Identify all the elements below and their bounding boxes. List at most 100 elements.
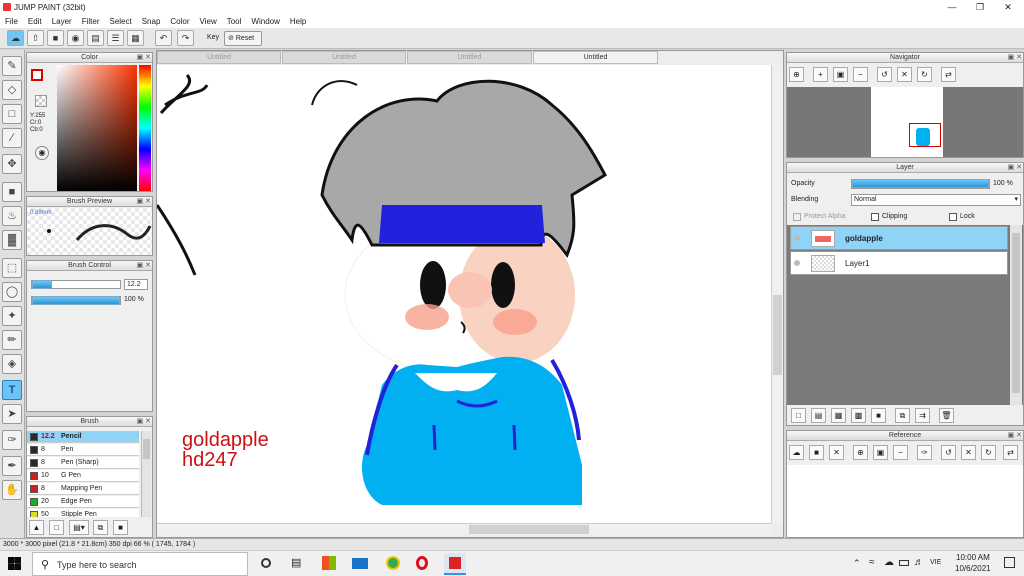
folder-icon[interactable]: ■ xyxy=(113,520,128,535)
fit-icon[interactable]: ▣ xyxy=(873,445,888,460)
chat-icon[interactable]: ◉ xyxy=(67,30,84,46)
pen-tool-icon[interactable]: ✒ xyxy=(2,456,22,476)
menu-view[interactable]: View xyxy=(195,17,222,26)
timeline-icon[interactable]: ▤ xyxy=(291,556,301,569)
zoom-icon[interactable]: ⊕ xyxy=(853,445,868,460)
reset-rotate-icon[interactable]: ✕ xyxy=(961,445,976,460)
jumppaint-app-icon[interactable] xyxy=(444,553,466,575)
magic-wand-tool-icon[interactable]: ✦ xyxy=(2,306,22,326)
tab-untitled-1[interactable]: Untitled xyxy=(157,51,281,64)
lasso-tool-icon[interactable]: ◯ xyxy=(2,282,22,302)
scroll-thumb[interactable] xyxy=(469,525,589,534)
task-view-icon[interactable] xyxy=(261,558,271,568)
rotate-left-icon[interactable]: ↺ xyxy=(877,67,892,82)
brush-item[interactable]: 8 Mapping Pen xyxy=(27,483,139,495)
windows-start-icon[interactable] xyxy=(8,557,21,570)
scroll-thumb[interactable] xyxy=(1012,233,1020,393)
volume-icon[interactable]: ♬ xyxy=(914,557,924,568)
protect-alpha-checkbox[interactable] xyxy=(793,213,801,221)
menu-color[interactable]: Color xyxy=(165,17,194,26)
foreground-color-swatch[interactable] xyxy=(31,69,43,81)
taskbar-search-box[interactable]: ⚲ Type here to search xyxy=(32,552,248,576)
comment-icon[interactable]: ■ xyxy=(47,30,64,46)
delete-layer-icon[interactable]: 🗑 xyxy=(939,408,954,423)
eyedropper-icon[interactable]: ✑ xyxy=(917,445,932,460)
menu-select[interactable]: Select xyxy=(104,17,136,26)
reset-button[interactable]: ⊘ Reset xyxy=(224,31,262,46)
minimize-icon[interactable]: — xyxy=(938,0,966,15)
scroll-thumb[interactable] xyxy=(143,439,150,459)
grid-icon[interactable]: ▦ xyxy=(127,30,144,46)
redo-icon[interactable]: ↷ xyxy=(177,30,194,46)
saturation-value-picker[interactable] xyxy=(57,65,137,191)
tray-chevron-icon[interactable]: ⌃ xyxy=(853,558,861,569)
brush-size-value[interactable]: 12.2 xyxy=(124,279,148,290)
layer-visibility-icon[interactable] xyxy=(794,235,800,241)
menu-file[interactable]: File xyxy=(0,17,23,26)
text-tool-icon[interactable]: T xyxy=(2,380,22,400)
brush-item[interactable]: 8 Pen xyxy=(27,444,139,456)
tab-untitled-active[interactable]: Untitled xyxy=(533,51,658,64)
menu-layer[interactable]: Layer xyxy=(47,17,77,26)
rotate-left-icon[interactable]: ↺ xyxy=(941,445,956,460)
navigator-thumbnail[interactable] xyxy=(871,87,943,157)
panel-menu-icon[interactable]: ▣ ✕ xyxy=(1008,431,1022,441)
duplicate-layer-icon[interactable]: ⧉ xyxy=(895,408,910,423)
new-layer-icon[interactable]: □ xyxy=(791,408,806,423)
new-layer-8bit-icon[interactable]: ▤ xyxy=(811,408,826,423)
opera-icon[interactable] xyxy=(416,556,428,570)
brush-item[interactable]: 10 G Pen xyxy=(27,470,139,482)
brush-item[interactable]: 8 Pen (Sharp) xyxy=(27,457,139,469)
horizontal-scrollbar[interactable] xyxy=(157,523,771,535)
layer-opacity-slider[interactable] xyxy=(851,179,990,189)
palette-icon[interactable]: ◉ xyxy=(35,146,49,160)
panel-menu-icon[interactable]: ▣ ✕ xyxy=(1008,53,1022,63)
rotate-right-icon[interactable]: ↻ xyxy=(981,445,996,460)
network-icon[interactable]: ≈ xyxy=(869,557,875,568)
store-icon[interactable] xyxy=(322,556,336,570)
panel-menu-icon[interactable]: ▣ ✕ xyxy=(137,53,151,63)
bucket-tool-icon[interactable]: ♨ xyxy=(2,206,22,226)
zoom-icon[interactable]: ⊕ xyxy=(789,67,804,82)
upload-icon[interactable]: ⇧ xyxy=(27,30,44,46)
brush-item[interactable]: 20 Edge Pen xyxy=(27,496,139,508)
layer-visibility-icon[interactable] xyxy=(794,260,800,266)
flip-icon[interactable]: ⇄ xyxy=(1003,445,1018,460)
panel-menu-icon[interactable]: ▣ ✕ xyxy=(137,197,151,207)
clipping-checkbox[interactable] xyxy=(871,213,879,221)
maximize-icon[interactable]: ❐ xyxy=(966,0,994,15)
flip-icon[interactable]: ⇄ xyxy=(941,67,956,82)
menu-tool[interactable]: Tool xyxy=(222,17,247,26)
zoom-out-icon[interactable]: − xyxy=(853,67,868,82)
battery-icon[interactable] xyxy=(899,560,909,566)
duplicate-brush-icon[interactable]: ⧉ xyxy=(93,520,108,535)
eraser-tool-icon[interactable]: ◇ xyxy=(2,80,22,100)
clock-date[interactable]: 10/6/2021 xyxy=(955,564,991,573)
rotate-right-icon[interactable]: ↻ xyxy=(917,67,932,82)
layer-list-scrollbar[interactable] xyxy=(1010,225,1022,405)
language-indicator[interactable]: VIE xyxy=(930,559,941,566)
blending-select[interactable]: Normal ▾ xyxy=(851,194,1021,206)
vertical-scrollbar[interactable] xyxy=(771,65,783,523)
close-icon[interactable]: ✕ xyxy=(994,0,1022,15)
list-icon[interactable]: ☰ xyxy=(107,30,124,46)
scroll-thumb[interactable] xyxy=(773,295,782,375)
menu-snap[interactable]: Snap xyxy=(137,17,166,26)
menu-edit[interactable]: Edit xyxy=(23,17,47,26)
cloud-icon[interactable]: ☁ xyxy=(789,445,804,460)
layer-row-goldapple[interactable]: goldapple xyxy=(790,226,1008,250)
zoom-out-icon[interactable]: − xyxy=(893,445,908,460)
brush-group-icon[interactable]: ▲ xyxy=(29,520,44,535)
drawing-canvas[interactable]: goldapple hd247 xyxy=(157,65,771,523)
menu-help[interactable]: Help xyxy=(285,17,311,26)
transparent-color-swatch[interactable] xyxy=(35,95,47,107)
cloud-sync-icon[interactable]: ☁ xyxy=(884,557,894,568)
hand-tool-icon[interactable]: ✋ xyxy=(2,480,22,500)
brush-opacity-slider[interactable] xyxy=(31,296,121,305)
new-brush-icon[interactable]: □ xyxy=(49,520,64,535)
mail-icon[interactable] xyxy=(352,558,368,569)
folder-icon[interactable]: ■ xyxy=(871,408,886,423)
gradient-tool-icon[interactable]: ▓ xyxy=(2,230,22,250)
merge-layer-icon[interactable]: ⇉ xyxy=(915,408,930,423)
page-icon[interactable]: ▤ xyxy=(87,30,104,46)
